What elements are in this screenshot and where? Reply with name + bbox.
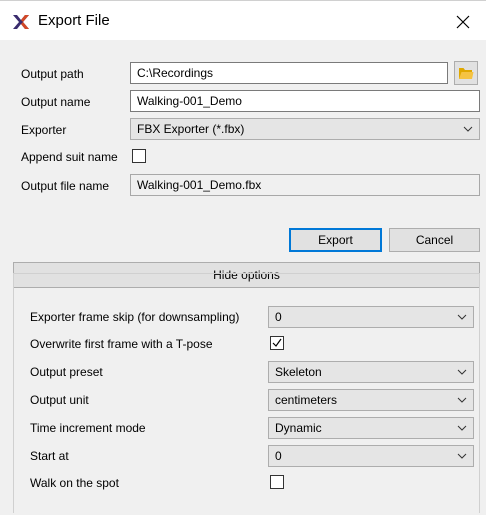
frame-skip-select-value: 0	[275, 310, 282, 324]
output-file-name-field: Walking-001_Demo.fbx	[130, 174, 480, 196]
window-title: Export File	[38, 12, 110, 29]
cancel-button[interactable]: Cancel	[389, 228, 480, 252]
start-at-label: Start at	[30, 449, 69, 463]
exporter-label: Exporter	[21, 123, 67, 137]
chevron-down-icon	[457, 425, 467, 431]
output-file-name-label: Output file name	[21, 179, 110, 193]
chevron-down-icon	[457, 314, 467, 320]
exporter-select-value: FBX Exporter (*.fbx)	[137, 122, 245, 136]
append-suit-name-label: Append suit name	[21, 150, 118, 164]
start-at-select[interactable]: 0	[268, 445, 474, 467]
output-unit-select-value: centimeters	[275, 393, 338, 407]
title-bar: Export File	[0, 0, 486, 40]
output-path-label: Output path	[21, 67, 84, 81]
exporter-select[interactable]: FBX Exporter (*.fbx)	[130, 118, 480, 140]
time-increment-select[interactable]: Dynamic	[268, 417, 474, 439]
output-preset-select[interactable]: Skeleton	[268, 361, 474, 383]
chevron-down-icon	[457, 453, 467, 459]
output-path-input[interactable]: C:\Recordings	[130, 62, 448, 84]
overwrite-tpose-label: Overwrite first frame with a T-pose	[30, 337, 213, 351]
close-button[interactable]	[448, 9, 478, 35]
browse-folder-button[interactable]	[454, 61, 478, 85]
frame-skip-label: Exporter frame skip (for downsampling)	[30, 310, 240, 324]
output-unit-label: Output unit	[30, 393, 89, 407]
output-preset-label: Output preset	[30, 365, 103, 379]
output-preset-select-value: Skeleton	[275, 365, 322, 379]
append-suit-name-checkbox[interactable]	[132, 149, 146, 163]
walk-on-spot-label: Walk on the spot	[30, 476, 119, 490]
chevron-down-icon	[457, 369, 467, 375]
output-name-input[interactable]: Walking-001_Demo	[130, 90, 480, 112]
frame-skip-select[interactable]: 0	[268, 306, 474, 328]
export-button[interactable]: Export	[289, 228, 382, 252]
folder-icon	[459, 68, 474, 79]
close-icon	[456, 15, 470, 29]
overwrite-tpose-checkbox[interactable]	[270, 336, 284, 350]
checkmark-icon	[272, 338, 282, 347]
start-at-select-value: 0	[275, 449, 282, 463]
output-unit-select[interactable]: centimeters	[268, 389, 474, 411]
dialog-body: Output path C:\Recordings Output name Wa…	[0, 40, 486, 515]
walk-on-spot-checkbox[interactable]	[270, 475, 284, 489]
x-logo-icon	[12, 14, 30, 30]
chevron-down-icon	[457, 397, 467, 403]
time-increment-label: Time increment mode	[30, 421, 146, 435]
time-increment-select-value: Dynamic	[275, 421, 322, 435]
output-name-label: Output name	[21, 95, 91, 109]
chevron-down-icon	[463, 126, 473, 132]
